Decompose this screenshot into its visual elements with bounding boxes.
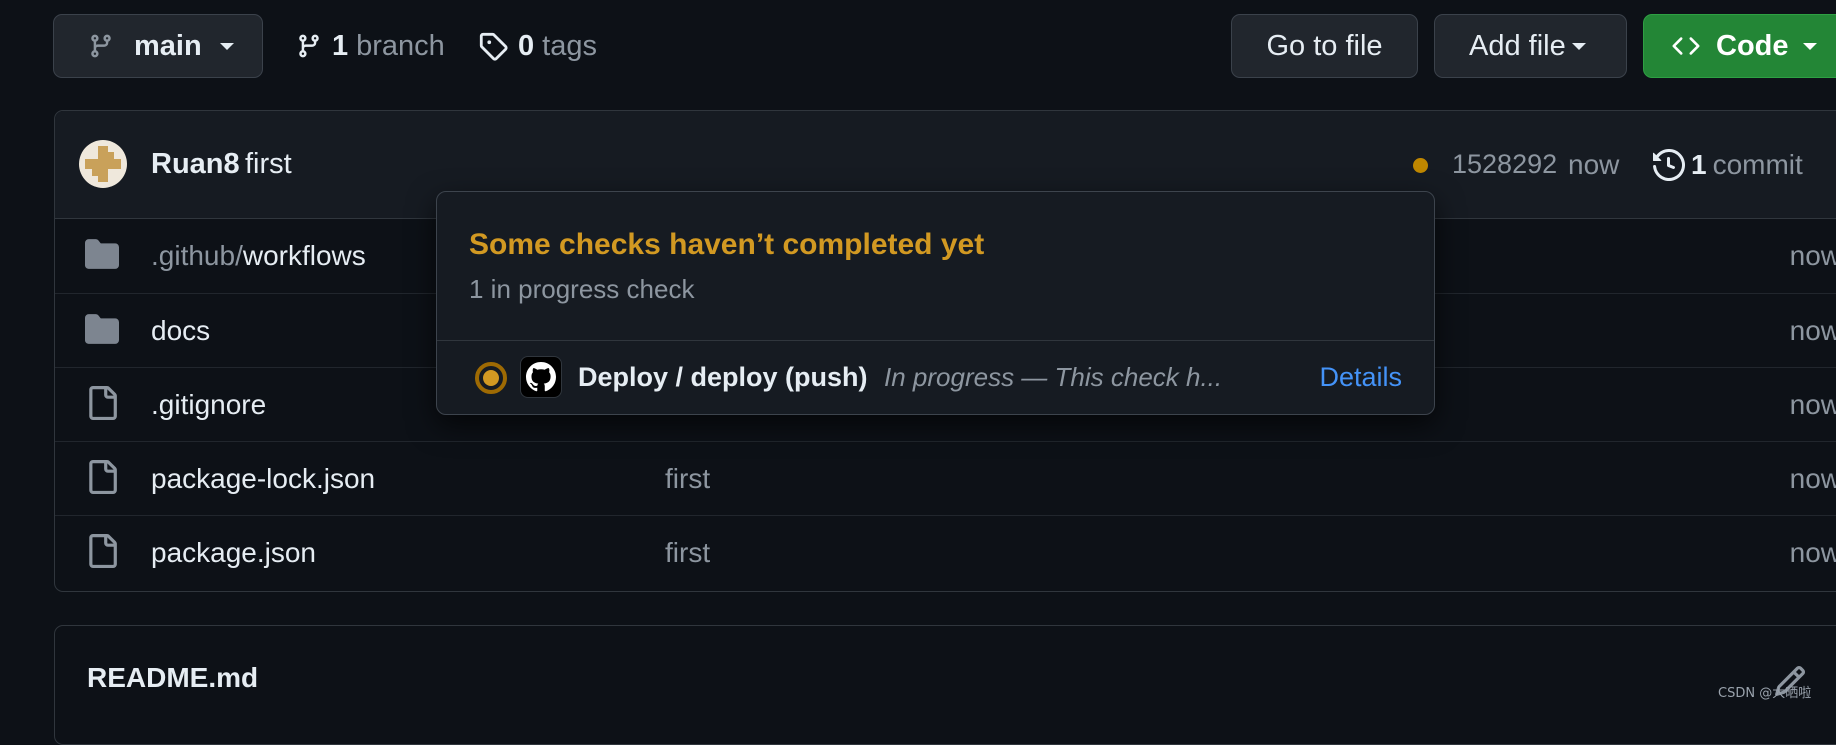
commit-label: commit (1712, 148, 1803, 180)
branch-count: 1 (332, 29, 349, 62)
code-label: Code (1716, 29, 1789, 62)
check-row[interactable]: Deploy / deploy (push) In progress — Thi… (437, 341, 1434, 414)
file-name-prefix: .github/ (151, 240, 243, 271)
file-row-package-lock[interactable]: package-lock.json first now (55, 441, 1836, 515)
file-commit-message[interactable]: first (665, 442, 710, 515)
file-icon (85, 534, 119, 568)
tags-link[interactable]: 0 tags (478, 14, 597, 78)
branch-select-button[interactable]: main (53, 14, 263, 78)
details-link[interactable]: Details (1319, 341, 1402, 414)
avatar[interactable] (79, 140, 127, 188)
file-icon (85, 460, 119, 494)
code-button[interactable]: Code (1643, 14, 1836, 78)
file-name[interactable]: package.json (151, 516, 316, 589)
chevron-down-icon (219, 42, 234, 50)
code-icon (1670, 32, 1702, 60)
add-file-label: Add file (1469, 29, 1566, 62)
tag-icon (478, 31, 508, 61)
commit-message[interactable]: first (245, 111, 292, 218)
folder-icon (85, 312, 119, 346)
file-name[interactable]: .gitignore (151, 368, 266, 441)
checks-popover: Some checks haven’t completed yet 1 in p… (436, 191, 1435, 415)
file-name[interactable]: docs (151, 294, 210, 367)
readme-panel: README.md (54, 625, 1836, 745)
branch-label: branch (356, 29, 445, 62)
commit-author[interactable]: Ruan8 (151, 111, 240, 218)
check-status: In progress — This check h... (884, 362, 1223, 392)
readme-title[interactable]: README.md (87, 662, 258, 694)
git-branch-icon (88, 32, 114, 60)
file-icon (85, 386, 119, 420)
check-name: Deploy / deploy (push) (578, 362, 868, 392)
watermark: CSDN @大晒啦 (1718, 686, 1812, 701)
file-age: now (1789, 389, 1836, 420)
in-progress-icon (474, 361, 508, 395)
history-icon (1653, 148, 1685, 181)
file-age: now (1789, 537, 1836, 568)
file-commit-message[interactable]: first (665, 516, 710, 589)
commit-status-dot[interactable] (1413, 158, 1428, 173)
folder-icon (85, 237, 119, 271)
file-name[interactable]: package-lock.json (151, 442, 375, 515)
popover-header: Some checks haven’t completed yet 1 in p… (437, 192, 1434, 341)
popover-subtitle: 1 in progress check (469, 274, 695, 304)
github-mark-icon (520, 356, 562, 398)
file-row-package[interactable]: package.json first now (55, 515, 1836, 589)
file-age: now (1789, 315, 1836, 346)
file-age: now (1789, 463, 1836, 494)
branch-name: main (134, 29, 202, 62)
file-name[interactable]: workflows (243, 240, 366, 271)
commit-count: 1 (1691, 148, 1707, 180)
chevron-down-icon (1571, 42, 1586, 50)
branches-link[interactable]: 1 branch (296, 14, 445, 78)
commit-time: now (1568, 149, 1620, 180)
commit-history-link[interactable]: 1 commit (1653, 111, 1803, 218)
chevron-down-icon (1802, 42, 1817, 50)
add-file-button[interactable]: Add file (1434, 14, 1627, 78)
tag-label: tags (542, 29, 597, 62)
git-branch-icon (296, 32, 322, 60)
go-to-file-button[interactable]: Go to file (1231, 14, 1418, 78)
tag-count: 0 (518, 29, 535, 62)
popover-title: Some checks haven’t completed yet (469, 228, 985, 261)
commit-sha[interactable]: 1528292 (1452, 111, 1557, 218)
file-age: now (1789, 240, 1836, 271)
go-to-file-label: Go to file (1266, 29, 1383, 62)
